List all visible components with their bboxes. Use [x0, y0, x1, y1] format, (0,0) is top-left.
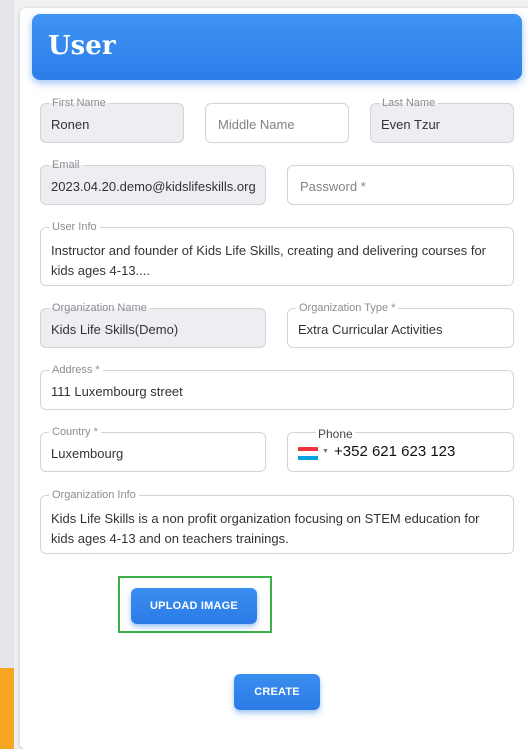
organization-name-label: Organization Name [49, 301, 150, 315]
side-accent-bar [0, 668, 14, 749]
organization-info-label: Organization Info [49, 488, 139, 502]
country-value: Luxembourg [51, 446, 124, 461]
last-name-field[interactable]: Last Name Even Tzur [370, 96, 514, 143]
create-button[interactable]: CREATE [234, 674, 320, 710]
password-placeholder: Password * [300, 179, 366, 194]
last-name-label: Last Name [379, 96, 439, 110]
last-name-value: Even Tzur [381, 117, 441, 132]
organization-name-value: Kids Life Skills(Demo) [51, 322, 179, 337]
user-info-label: User Info [49, 220, 100, 234]
address-label: Address * [49, 363, 103, 377]
middle-name-placeholder: Middle Name [218, 117, 295, 132]
organization-info-field[interactable]: Organization Info Kids Life Skills is a … [40, 488, 514, 554]
organization-info-value: Kids Life Skills is a non profit organiz… [51, 511, 480, 546]
email-field[interactable]: Email 2023.04.20.demo@kidslifeskills.org [40, 158, 266, 205]
country-field[interactable]: Country * Luxembourg [40, 425, 266, 472]
phone-field[interactable]: Phone ▼ +352 621 623 123 [287, 428, 514, 472]
upload-image-button[interactable]: UPLOAD IMAGE [131, 588, 257, 624]
email-label: Email [49, 158, 83, 172]
organization-type-field[interactable]: Organization Type * Extra Curricular Act… [287, 301, 514, 348]
page-title: User [48, 31, 116, 61]
user-info-value: Instructor and founder of Kids Life Skil… [51, 243, 487, 278]
first-name-field[interactable]: First Name Ronen [40, 96, 184, 143]
middle-name-field[interactable]: Middle Name [205, 103, 349, 143]
address-value: 111 Luxembourg street [51, 384, 183, 399]
flag-stripe-blue [298, 455, 318, 460]
first-name-value: Ronen [51, 117, 90, 132]
organization-type-label: Organization Type * [296, 301, 399, 315]
country-label: Country * [49, 425, 101, 439]
user-info-field[interactable]: User Info Instructor and founder of Kids… [40, 220, 514, 286]
organization-type-value: Extra Curricular Activities [298, 322, 443, 337]
address-field[interactable]: Address * 111 Luxembourg street [40, 363, 514, 410]
first-name-label: First Name [49, 96, 109, 110]
email-value: 2023.04.20.demo@kidslifeskills.org [51, 179, 256, 194]
page-header: User [32, 14, 522, 80]
luxembourg-flag-icon[interactable] [298, 447, 318, 460]
country-dropdown-caret-icon[interactable]: ▼ [322, 448, 329, 455]
password-field[interactable]: Password * [287, 165, 514, 205]
side-panel [0, 0, 14, 749]
phone-value: +352 621 623 123 [334, 443, 456, 460]
organization-name-field[interactable]: Organization Name Kids Life Skills(Demo) [40, 301, 266, 348]
phone-label: Phone [316, 427, 355, 441]
